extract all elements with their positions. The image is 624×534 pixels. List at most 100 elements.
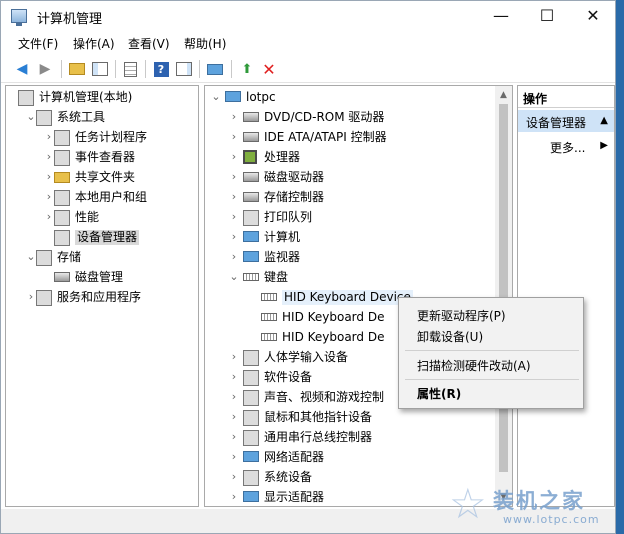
device-tree-item-label: 监视器 — [264, 250, 301, 264]
context-properties[interactable]: 属性(R) — [417, 385, 461, 402]
context-update-driver[interactable]: 更新驱动程序(P) — [417, 307, 506, 324]
up-folder-icon[interactable] — [68, 60, 86, 78]
nav-tree-item-row[interactable]: 计算机管理(本地) — [6, 88, 198, 108]
title-bar: 计算机管理 — ☐ ✕ — [1, 1, 615, 32]
nav-tree-item-label: 计算机管理(本地) — [39, 90, 133, 104]
device-tree-item-row[interactable]: ⌄ lotpc — [205, 88, 512, 108]
context-menu: 更新驱动程序(P) 卸载设备(U) 扫描检测硬件改动(A) 属性(R) — [398, 297, 584, 409]
expanded-chevron-icon[interactable]: ⌄ — [26, 110, 36, 124]
help-icon[interactable]: ? — [152, 60, 170, 78]
collapsed-chevron-icon[interactable]: › — [229, 450, 239, 464]
collapsed-chevron-icon[interactable]: › — [229, 170, 239, 184]
collapsed-chevron-icon[interactable]: › — [229, 110, 239, 124]
device-tree-item-row[interactable]: › 计算机 — [205, 228, 512, 248]
menu-file[interactable]: 文件(F) — [18, 35, 58, 52]
nav-tree-item-row[interactable]: 设备管理器 — [6, 228, 198, 248]
nav-tree-item-row[interactable]: › 服务和应用程序 — [6, 288, 198, 308]
collapsed-chevron-icon[interactable]: › — [44, 150, 54, 164]
nav-tree-item-row[interactable]: › 共享文件夹 — [6, 168, 198, 188]
collapsed-chevron-icon[interactable]: › — [229, 210, 239, 224]
device-tree-item-row[interactable]: › 通用串行总线控制器 — [205, 428, 512, 448]
back-arrow-icon[interactable]: ◀ — [13, 60, 31, 78]
device-tree-item-row[interactable]: › IDE ATA/ATAPI 控制器 — [205, 128, 512, 148]
expanded-chevron-icon[interactable]: ⌄ — [229, 270, 239, 284]
collapsed-chevron-icon[interactable]: › — [229, 470, 239, 484]
properties-sheet-icon[interactable] — [121, 60, 139, 78]
menu-help[interactable]: 帮助(H) — [184, 35, 226, 52]
nav-tree-item-row[interactable]: ⌄ 存储 — [6, 248, 198, 268]
actions-more[interactable]: 更多... — [550, 139, 585, 156]
display-adapter-icon — [243, 491, 259, 502]
nav-tree-item-row[interactable]: 磁盘管理 — [6, 268, 198, 288]
system-device-icon — [243, 470, 259, 486]
nav-tree-item-label: 系统工具 — [57, 110, 106, 124]
collapsed-chevron-icon[interactable]: › — [44, 210, 54, 224]
ide-controller-icon — [243, 132, 259, 142]
nav-tree-item-row[interactable]: › 性能 — [6, 208, 198, 228]
toolbar-separator — [145, 60, 146, 78]
device-tree-item-label: HID Keyboard Device — [282, 290, 413, 305]
monitor-scan-icon[interactable] — [206, 60, 224, 78]
context-separator — [405, 379, 579, 380]
close-button[interactable]: ✕ — [570, 1, 615, 32]
show-hide-tree-icon[interactable] — [91, 60, 109, 78]
nav-tree-item-row[interactable]: ⌄ 系统工具 — [6, 108, 198, 128]
collapsed-chevron-icon[interactable]: › — [26, 290, 36, 304]
collapsed-chevron-icon[interactable]: › — [229, 490, 239, 504]
collapsed-chevron-icon[interactable]: › — [229, 230, 239, 244]
watermark-star-icon: ☆ — [449, 479, 487, 528]
collapsed-chevron-icon[interactable]: › — [44, 190, 54, 204]
toolbar-separator — [61, 60, 62, 78]
device-tree-item-row[interactable]: › 磁盘驱动器 — [205, 168, 512, 188]
collapsed-chevron-icon[interactable]: › — [229, 130, 239, 144]
device-manager-icon — [54, 230, 70, 246]
nav-tree-item-row[interactable]: › 本地用户和组 — [6, 188, 198, 208]
expanded-chevron-icon[interactable]: ⌄ — [211, 90, 221, 104]
device-tree-item-row[interactable]: ⌄ 键盘 — [205, 268, 512, 288]
actions-device-manager[interactable]: 设备管理器 ▲ — [518, 110, 614, 132]
monitor-icon — [243, 251, 259, 262]
device-tree-item-row[interactable]: › 网络适配器 — [205, 448, 512, 468]
mouse-icon — [243, 410, 259, 426]
context-scan-hardware[interactable]: 扫描检测硬件改动(A) — [417, 357, 531, 374]
device-tree-item-row[interactable]: › DVD/CD-ROM 驱动器 — [205, 108, 512, 128]
device-tree-item-row[interactable]: › 鼠标和其他指针设备 — [205, 408, 512, 428]
device-tree-item-row[interactable]: › 打印队列 — [205, 208, 512, 228]
collapsed-chevron-icon[interactable]: › — [229, 410, 239, 424]
menu-action[interactable]: 操作(A) — [73, 35, 115, 52]
show-action-pane-icon[interactable] — [175, 60, 193, 78]
collapsed-chevron-icon[interactable]: › — [229, 190, 239, 204]
services-icon — [36, 290, 52, 306]
maximize-button[interactable]: ☐ — [524, 1, 570, 32]
update-driver-icon[interactable]: ⬆ — [238, 60, 256, 78]
device-tree-item-label: 鼠标和其他指针设备 — [264, 410, 373, 424]
network-adapter-icon — [243, 451, 259, 462]
collapsed-chevron-icon[interactable]: › — [229, 150, 239, 164]
device-tree-item-row[interactable]: › 处理器 — [205, 148, 512, 168]
keyboard-icon — [261, 333, 277, 341]
collapsed-chevron-icon[interactable]: › — [229, 430, 239, 444]
collapse-caret-icon[interactable]: ▲ — [600, 115, 608, 126]
context-uninstall-device[interactable]: 卸载设备(U) — [417, 328, 483, 345]
sound-icon — [243, 390, 259, 406]
collapsed-chevron-icon[interactable]: › — [229, 370, 239, 384]
minimize-button[interactable]: — — [478, 1, 524, 32]
delete-icon[interactable]: ✕ — [260, 60, 278, 79]
menu-view[interactable]: 查看(V) — [128, 35, 170, 52]
collapsed-chevron-icon[interactable]: › — [229, 350, 239, 364]
nav-tree-item-row[interactable]: › 事件查看器 — [6, 148, 198, 168]
device-tree-item-label: 计算机 — [264, 230, 301, 244]
collapsed-chevron-icon[interactable]: › — [229, 250, 239, 264]
device-tree-item-label: lotpc — [246, 90, 276, 104]
device-tree-item-row[interactable]: › 存储控制器 — [205, 188, 512, 208]
nav-tree-item-row[interactable]: › 任务计划程序 — [6, 128, 198, 148]
collapsed-chevron-icon[interactable]: › — [229, 390, 239, 404]
device-tree-item-row[interactable]: › 监视器 — [205, 248, 512, 268]
collapsed-chevron-icon[interactable]: › — [44, 130, 54, 144]
forward-arrow-icon[interactable]: ▶ — [36, 60, 54, 78]
expanded-chevron-icon[interactable]: ⌄ — [26, 250, 36, 264]
dvd-icon — [243, 112, 259, 122]
collapsed-chevron-icon[interactable]: › — [44, 170, 54, 184]
